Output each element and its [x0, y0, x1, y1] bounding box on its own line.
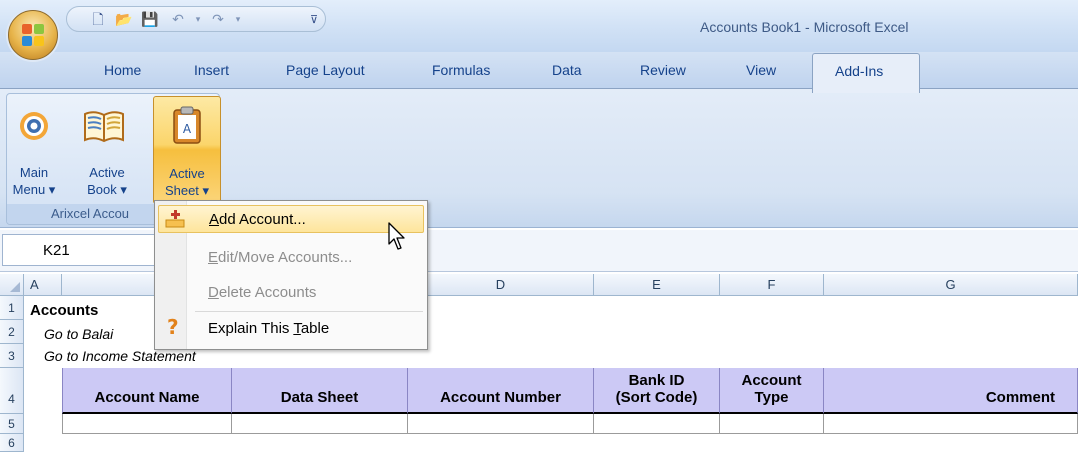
- menu-item-add-account[interactable]: Add Account...: [158, 205, 424, 233]
- tab-review[interactable]: Review: [640, 62, 686, 78]
- header-bank-id[interactable]: Bank ID (Sort Code): [594, 368, 720, 414]
- window-title: Accounts Book1 - Microsoft Excel: [700, 19, 909, 35]
- header-data-sheet[interactable]: Data Sheet: [232, 368, 408, 414]
- active-book-label-1: Active: [89, 165, 125, 180]
- plus-table-icon: [165, 210, 185, 228]
- header-account-type[interactable]: Account Type: [720, 368, 824, 414]
- menu-item-add-account-post: dd Account...: [219, 211, 306, 228]
- row-header-4[interactable]: 4: [0, 368, 24, 414]
- menu-item-explain-pre: Explain This: [208, 320, 294, 337]
- office-logo-icon: [22, 24, 45, 47]
- sheet-title-cell[interactable]: Accounts: [30, 302, 98, 319]
- header-data-sheet-text: Data Sheet: [280, 389, 359, 406]
- column-header-d[interactable]: D: [408, 274, 594, 296]
- arixcel-logo-icon: [20, 112, 48, 140]
- table-cell[interactable]: [408, 414, 594, 434]
- name-box[interactable]: K21: [2, 234, 156, 266]
- row-header-1[interactable]: 1: [0, 296, 24, 320]
- table-cell[interactable]: [232, 414, 408, 434]
- menu-item-add-account-accel: A: [209, 211, 220, 228]
- row-header-3[interactable]: 3: [0, 344, 24, 368]
- table-cell[interactable]: [62, 414, 232, 434]
- active-book-label-2: Book ▾: [87, 182, 127, 197]
- menu-item-edit-move-accounts[interactable]: Edit/Move Accounts...: [158, 244, 424, 272]
- save-icon[interactable]: 💾: [141, 11, 159, 29]
- active-sheet-label-1: Active: [169, 166, 205, 181]
- new-document-icon[interactable]: 🗋: [89, 11, 107, 29]
- header-comment-text: Comment: [985, 389, 1055, 406]
- tab-add-ins-label: Add-Ins: [835, 63, 884, 79]
- header-comment[interactable]: Comment: [824, 368, 1078, 414]
- svg-text:A: A: [183, 122, 192, 136]
- column-header-f[interactable]: F: [720, 274, 824, 296]
- tab-add-ins[interactable]: Add-Ins: [812, 53, 920, 93]
- tab-insert[interactable]: Insert: [194, 62, 229, 78]
- menu-item-edit-accel: E: [208, 249, 219, 266]
- menu-separator: [195, 311, 423, 312]
- tab-formulas[interactable]: Formulas: [432, 62, 490, 78]
- header-bank-id-line2: (Sort Code): [615, 389, 698, 406]
- header-account-number-text: Account Number: [440, 389, 561, 406]
- menu-item-delete-accel: D: [208, 284, 219, 301]
- tab-data[interactable]: Data: [552, 62, 582, 78]
- main-menu-button[interactable]: Main Menu ▾: [9, 96, 59, 204]
- open-book-icon: [84, 111, 124, 143]
- menu-item-explain-post: able: [300, 320, 330, 337]
- main-menu-label-2: Menu ▾: [12, 182, 56, 197]
- menu-item-explain-table[interactable]: ? Explain This Table: [158, 315, 424, 343]
- active-sheet-label-2: Sheet ▾: [164, 183, 210, 198]
- table-cell[interactable]: [720, 414, 824, 434]
- tab-page-layout[interactable]: Page Layout: [286, 62, 365, 78]
- question-mark-icon: ?: [167, 315, 179, 339]
- header-account-type-line2: Type: [754, 389, 789, 406]
- undo-icon[interactable]: ↶: [169, 11, 187, 29]
- header-bank-id-line1: Bank ID: [628, 372, 685, 389]
- row-header-5[interactable]: 5: [0, 414, 24, 434]
- income-statement-link[interactable]: Go to Income Statement: [44, 348, 196, 364]
- menu-item-delete-accounts[interactable]: Delete Accounts: [158, 279, 424, 307]
- row-header-2[interactable]: 2: [0, 320, 24, 344]
- open-folder-icon[interactable]: 📂: [115, 11, 133, 29]
- column-header-a[interactable]: A: [24, 274, 62, 296]
- header-account-name-text: Account Name: [94, 389, 200, 406]
- redo-icon[interactable]: ↷: [209, 11, 227, 29]
- undo-dropdown-icon[interactable]: ▾: [189, 11, 207, 29]
- clipboard-sheet-icon: A: [173, 106, 201, 144]
- column-header-e[interactable]: E: [594, 274, 720, 296]
- tab-view[interactable]: View: [746, 62, 776, 78]
- table-cell[interactable]: [594, 414, 720, 434]
- active-book-button[interactable]: Active Book ▾: [67, 96, 147, 204]
- customize-toolbar-icon[interactable]: ⊽: [305, 11, 323, 29]
- tab-home[interactable]: Home: [104, 62, 141, 78]
- mouse-cursor-icon: [388, 222, 405, 250]
- redo-dropdown-icon[interactable]: ▾: [229, 11, 247, 29]
- row-header-6[interactable]: 6: [0, 434, 24, 452]
- table-cell[interactable]: [824, 414, 1078, 434]
- menu-item-explain-accel: T: [293, 320, 301, 337]
- header-account-number[interactable]: Account Number: [408, 368, 594, 414]
- active-sheet-dropdown-menu: Add Account... Edit/Move Accounts... Del…: [154, 200, 428, 350]
- balance-sheet-link[interactable]: Go to Balai: [44, 326, 113, 342]
- column-header-g[interactable]: G: [824, 274, 1078, 296]
- select-all-corner[interactable]: [0, 274, 24, 296]
- menu-item-edit-post: dit/Move Accounts...: [218, 249, 353, 266]
- quick-access-toolbar: 🗋 📂 💾 ↶ ▾ ↷ ▾ ⊽: [66, 6, 326, 32]
- header-account-name[interactable]: Account Name: [62, 368, 232, 414]
- main-menu-label-1: Main: [19, 165, 49, 180]
- menu-item-delete-post: elete Accounts: [218, 284, 317, 301]
- active-sheet-button[interactable]: A Active Sheet ▾: [153, 96, 221, 204]
- office-button[interactable]: [8, 10, 58, 60]
- header-account-type-line1: Account: [741, 372, 802, 389]
- select-all-icon: [10, 282, 20, 292]
